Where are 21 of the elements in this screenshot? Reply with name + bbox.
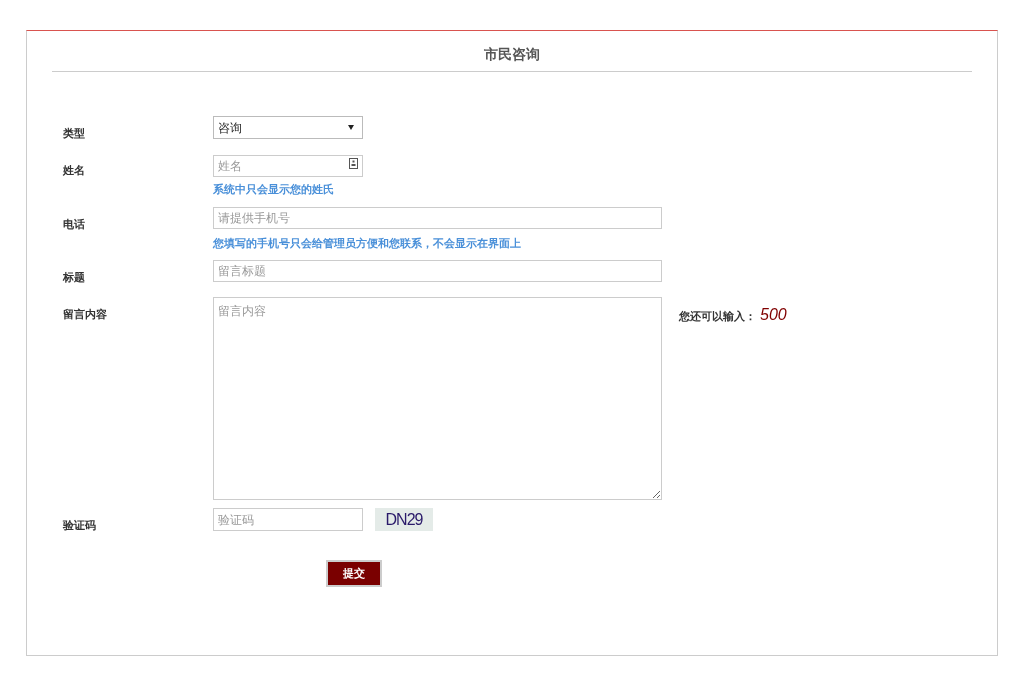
name-field[interactable]: 姓名 bbox=[213, 155, 363, 177]
dropdown-arrow-icon bbox=[348, 125, 354, 130]
contact-card-icon bbox=[349, 158, 358, 169]
field-hint: 系统中只会显示您的姓氏 bbox=[213, 182, 335, 197]
field-label: 留言内容 bbox=[63, 308, 107, 320]
text-field[interactable]: 留言标题 bbox=[213, 260, 662, 282]
field-label: 类型 bbox=[63, 127, 85, 139]
field-label: 姓名 bbox=[63, 164, 85, 176]
field-label: 验证码 bbox=[63, 519, 96, 531]
submit-button[interactable]: 提交 bbox=[326, 560, 382, 587]
counter-label: 您还可以输入： bbox=[679, 309, 756, 324]
field-label: 电话 bbox=[63, 217, 85, 230]
counter-value: 500 bbox=[760, 305, 787, 325]
page-title: 市民咨询 bbox=[484, 45, 540, 64]
text-field[interactable]: 请提供手机号 bbox=[213, 206, 662, 229]
type-select[interactable]: 咨询 bbox=[213, 116, 363, 139]
captcha-field[interactable]: 验证码 bbox=[213, 508, 363, 531]
field-hint: 您填写的手机号只会给管理员方便和您联系，不会显示在界面上 bbox=[213, 235, 522, 251]
captcha-image[interactable]: DN29 bbox=[375, 508, 433, 531]
message-textarea[interactable]: 留言内容 bbox=[213, 297, 662, 500]
field-label: 标题 bbox=[63, 271, 85, 283]
